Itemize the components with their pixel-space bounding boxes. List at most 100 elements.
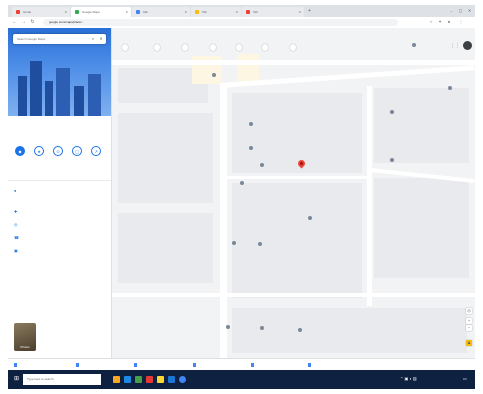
zoom-out-icon[interactable]: − (466, 325, 472, 331)
street-view-thumbnail[interactable]: Photos (14, 323, 36, 351)
map-poi[interactable] (390, 158, 395, 163)
send-to-phone-button[interactable]: ▢ (70, 146, 84, 158)
taskbar-app-icon[interactable] (157, 376, 164, 383)
tab-3[interactable]: Tab ✕ (132, 7, 190, 17)
minimize-icon[interactable]: – (448, 8, 455, 13)
tab-5[interactable]: Tab ✕ (242, 7, 304, 17)
search-input[interactable] (13, 36, 79, 42)
nearby-button[interactable]: ⊙ (51, 146, 65, 158)
website-row[interactable]: ◎ (14, 222, 106, 227)
poi-marker-icon (448, 86, 452, 91)
close-icon[interactable]: ✕ (98, 36, 104, 42)
poi-marker-icon (308, 216, 312, 221)
directions-icon: ◆ (15, 146, 25, 156)
map-poi[interactable] (260, 326, 265, 331)
star-icon[interactable]: ☆ (428, 19, 434, 25)
map-poi[interactable] (308, 216, 313, 221)
close-tab-icon[interactable]: ✕ (125, 10, 128, 14)
download-item[interactable] (308, 362, 313, 368)
taskbar-app-icon[interactable] (135, 376, 142, 383)
save-button[interactable]: ★ (32, 146, 46, 158)
notifications-icon[interactable]: ▭ (463, 376, 467, 381)
windows-start-icon[interactable]: ⊞ (12, 375, 21, 384)
map-poi[interactable] (232, 241, 237, 246)
map-poi[interactable] (390, 110, 395, 115)
taskbar-search[interactable]: Type here to search (23, 374, 101, 385)
file-icon (76, 363, 79, 368)
file-explorer-icon[interactable] (113, 376, 120, 383)
building-shape (88, 74, 101, 116)
directions-button[interactable]: ◆ (13, 146, 27, 158)
address-bar[interactable]: google.com/maps/place/... (43, 19, 398, 26)
category-chip[interactable] (236, 44, 242, 51)
maximize-icon[interactable]: ▢ (457, 8, 464, 13)
category-chip[interactable] (182, 44, 188, 51)
label-row[interactable]: ▣ (14, 248, 106, 253)
close-tab-icon[interactable]: ✕ (298, 10, 301, 14)
map-poi[interactable] (249, 122, 254, 127)
apps-grid-icon[interactable]: ⋮⋮ (450, 43, 460, 49)
system-tray-icons[interactable]: ⌃ ▣ ◖ ▥ (400, 376, 417, 381)
category-chip[interactable] (210, 44, 216, 51)
download-item[interactable] (76, 362, 81, 368)
tab-4[interactable]: Tab ✕ (191, 7, 241, 17)
reload-icon[interactable]: ↻ (29, 19, 36, 26)
poi-marker-icon (390, 158, 394, 163)
download-item[interactable] (134, 362, 139, 368)
tab-google-maps[interactable]: Google Maps ✕ (71, 7, 131, 17)
address-row[interactable]: ● (14, 188, 106, 193)
poi-marker-icon (240, 181, 244, 186)
file-icon (308, 363, 311, 368)
map-poi[interactable] (240, 181, 245, 186)
map-poi[interactable] (258, 242, 263, 247)
tab-gmail[interactable]: Gmail ✕ (12, 7, 70, 17)
chrome-icon[interactable] (179, 376, 186, 383)
tab-title: Tab (253, 10, 258, 14)
place-panel: ⌕ ✕ ◆ ★ ⊙ ▢ ↗ (8, 28, 112, 358)
file-icon (134, 363, 137, 368)
map-poi[interactable] (448, 86, 453, 91)
new-tab-button[interactable]: + (308, 8, 311, 14)
category-chip[interactable] (122, 44, 128, 51)
close-tab-icon[interactable]: ✕ (184, 10, 187, 14)
download-item[interactable] (193, 362, 198, 368)
map-poi[interactable] (249, 146, 254, 151)
account-avatar[interactable] (463, 41, 472, 50)
zoom-in-icon[interactable]: + (466, 318, 472, 324)
map-canvas[interactable]: ⋮⋮ ◎ + − ♟ (112, 28, 475, 358)
back-icon[interactable]: ← (11, 19, 18, 26)
poi-marker-icon (260, 163, 264, 168)
profile-icon[interactable]: ● (446, 19, 452, 25)
file-icon (14, 363, 17, 368)
search-icon[interactable]: ⌕ (90, 36, 96, 42)
bookmark-icon: ★ (34, 146, 44, 156)
download-item[interactable] (14, 362, 19, 368)
map-poi[interactable] (260, 163, 265, 168)
menu-icon[interactable]: ⋮ (458, 19, 464, 25)
map-poi[interactable] (412, 43, 417, 48)
close-tab-icon[interactable]: ✕ (235, 10, 238, 14)
map-poi[interactable] (226, 325, 231, 330)
plus-code-row[interactable]: ✚ (14, 209, 106, 214)
category-chip[interactable] (290, 44, 296, 51)
category-chip[interactable] (154, 44, 160, 51)
taskbar-app-icon[interactable] (146, 376, 153, 383)
poi-marker-icon (298, 328, 302, 333)
map-block (232, 308, 467, 353)
download-item[interactable] (251, 362, 256, 368)
share-button[interactable]: ↗ (89, 146, 103, 158)
forward-icon[interactable]: → (20, 19, 27, 26)
extensions-icon[interactable]: ✦ (437, 19, 443, 25)
taskbar-app-icon[interactable] (168, 376, 175, 383)
tab-favicon-icon (246, 10, 250, 14)
close-tab-icon[interactable]: ✕ (64, 10, 67, 14)
category-chip[interactable] (262, 44, 268, 51)
map-poi[interactable] (212, 73, 217, 78)
maps-search-box[interactable]: ⌕ ✕ (13, 34, 106, 44)
taskbar-app-icon[interactable] (124, 376, 131, 383)
location-icon[interactable]: ◎ (466, 308, 472, 314)
pegman-icon[interactable]: ♟ (466, 340, 472, 346)
phone-row[interactable]: ☎ (14, 235, 106, 240)
close-window-icon[interactable]: ✕ (466, 8, 473, 13)
map-poi[interactable] (298, 328, 303, 333)
